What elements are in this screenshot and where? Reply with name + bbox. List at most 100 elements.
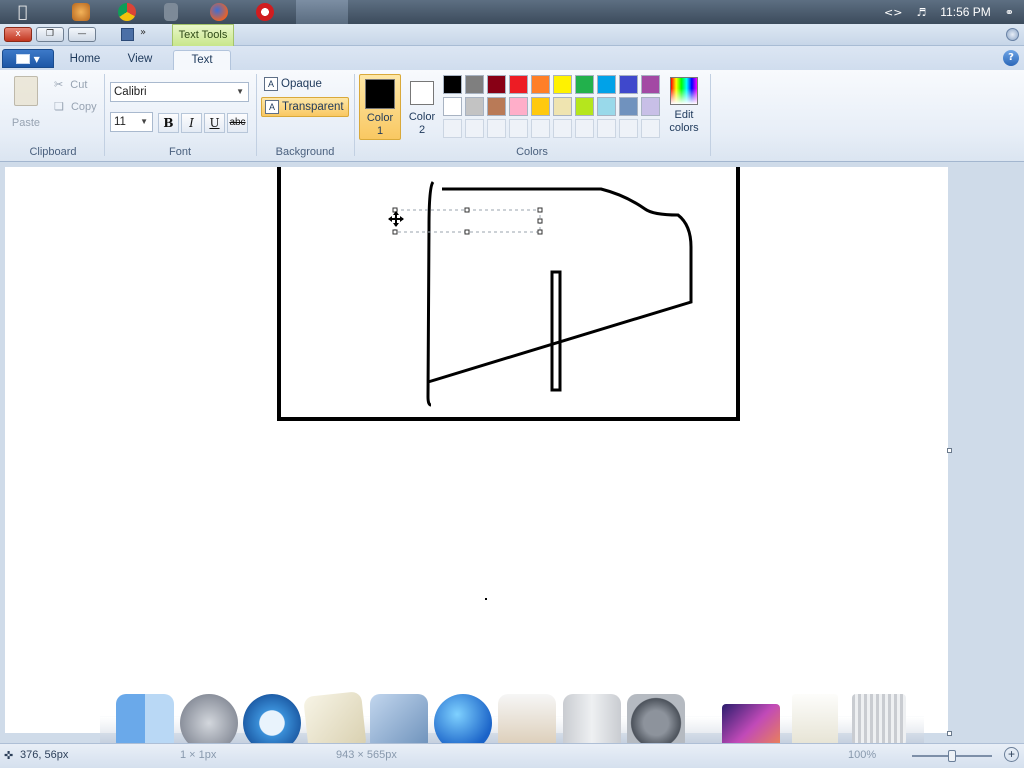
palette-color-swatch[interactable] (531, 97, 550, 116)
palette-custom-swatch[interactable] (597, 119, 616, 138)
minimize-button[interactable]: — (68, 27, 96, 42)
palette-color-swatch[interactable] (509, 75, 528, 94)
palette-color-swatch[interactable] (641, 75, 660, 94)
selection-handle (537, 218, 543, 224)
tab-view[interactable]: View (116, 50, 164, 70)
transparent-label: Transparent (282, 101, 344, 113)
tab-text[interactable]: Text (173, 50, 231, 71)
font-family-value: Calibri (114, 86, 147, 98)
media-player-icon[interactable] (72, 3, 90, 21)
save-icon[interactable] (121, 28, 134, 41)
palette-color-swatch[interactable] (487, 75, 506, 94)
close-button[interactable]: x (4, 27, 32, 42)
palette-color-swatch[interactable] (443, 97, 462, 116)
palette-custom-swatch[interactable] (619, 119, 638, 138)
restore-button[interactable]: ❐ (36, 27, 64, 42)
selection-size: 1 × 1px (180, 749, 217, 761)
font-size-select[interactable]: 11 ▼ (110, 112, 153, 132)
zoom-in-icon[interactable]: + (1004, 747, 1019, 762)
color2-button[interactable]: Color 2 (401, 74, 443, 140)
color-spectrum-icon (670, 77, 698, 105)
color1-button[interactable]: Color 1 (359, 74, 401, 140)
apple-icon[interactable]:  (18, 3, 36, 21)
tab-home[interactable]: Home (60, 50, 110, 70)
strikethrough-button[interactable]: abc (227, 113, 248, 133)
help-icon[interactable]: ? (1003, 50, 1019, 66)
edit-colors-label: Edit (674, 109, 694, 121)
palette-color-swatch[interactable] (443, 75, 462, 94)
canvas-resize-handle-corner[interactable] (947, 731, 952, 736)
underline-button[interactable]: U (204, 113, 225, 133)
cut-button[interactable]: ✂ Cut (54, 78, 87, 91)
palette-color-swatch[interactable] (597, 97, 616, 116)
font-group-label: Font (168, 146, 191, 158)
file-icon[interactable] (164, 3, 178, 21)
zoom-slider-thumb[interactable] (948, 750, 956, 762)
palette-color-swatch[interactable] (465, 75, 484, 94)
chevron-down-icon: ▼ (236, 87, 244, 96)
palette-color-swatch[interactable] (553, 75, 572, 94)
palette-custom-swatch[interactable] (575, 119, 594, 138)
palette-color-swatch[interactable] (619, 75, 638, 94)
palette-color-swatch[interactable] (465, 97, 484, 116)
selection-handle (392, 229, 398, 235)
colors-group-label: Colors (516, 146, 548, 158)
transparent-option[interactable]: A Transparent (261, 97, 349, 117)
group-divider (256, 74, 257, 156)
palette-color-swatch[interactable] (619, 97, 638, 116)
palette-color-swatch[interactable] (487, 97, 506, 116)
opera-icon[interactable] (256, 3, 274, 21)
italic-button[interactable]: I (181, 113, 202, 133)
palette-color-swatch[interactable] (641, 97, 660, 116)
color2-number: 2 (418, 124, 426, 136)
bold-button[interactable]: B (158, 113, 179, 133)
copy-button[interactable]: ❏ Copy (54, 100, 97, 113)
palette-color-swatch[interactable] (597, 75, 616, 94)
palette-color-swatch[interactable] (531, 75, 550, 94)
canvas-size: 943 × 565px (336, 749, 397, 761)
palette-custom-swatch[interactable] (487, 119, 506, 138)
scissors-icon: ✂ (54, 79, 64, 91)
firefox-icon[interactable] (210, 3, 228, 21)
chevron-down-icon: ▼ (33, 55, 40, 64)
color-palette (443, 75, 663, 141)
palette-color-swatch[interactable] (575, 97, 594, 116)
drawing-canvas[interactable] (5, 155, 948, 733)
window-corner-icon[interactable] (1006, 28, 1019, 41)
paint-menu-button[interactable]: ▼ (2, 49, 54, 68)
quick-access-more-icon[interactable]: » (140, 27, 146, 38)
chrome-icon[interactable] (296, 0, 348, 24)
chevron-down-icon: ▼ (140, 117, 148, 126)
search-icon[interactable]: ⚭ (1005, 6, 1014, 19)
edit-colors-button[interactable]: Edit colors (665, 75, 703, 140)
cut-label: Cut (70, 79, 88, 91)
font-family-select[interactable]: Calibri ▼ (110, 82, 249, 102)
palette-color-swatch[interactable] (509, 97, 528, 116)
selection-handle (464, 229, 470, 235)
volume-icon[interactable]: ♬ (916, 6, 926, 19)
palette-custom-swatch[interactable] (553, 119, 572, 138)
selection-handle (537, 229, 543, 235)
canvas-drawing[interactable] (5, 155, 948, 733)
window-titlebar: x ❐ — » (0, 24, 1024, 46)
palette-color-swatch[interactable] (575, 75, 594, 94)
canvas-resize-handle-right[interactable] (947, 448, 952, 453)
cursor-position-icon: ✜ (4, 750, 14, 762)
paste-button[interactable]: Paste (8, 76, 44, 129)
zoom-slider[interactable] (912, 750, 992, 762)
palette-color-swatch[interactable] (553, 97, 572, 116)
opaque-option[interactable]: A Opaque (261, 75, 349, 95)
selection-handle (464, 207, 470, 213)
text-tools-context-tab: Text Tools (172, 24, 234, 46)
copy-label: Copy (70, 101, 97, 113)
palette-custom-swatch[interactable] (465, 119, 484, 138)
drawn-vertical-line (426, 181, 435, 407)
chrome-icon[interactable] (118, 3, 136, 21)
code-icon[interactable]: <> (884, 6, 902, 19)
palette-custom-swatch[interactable] (531, 119, 550, 138)
palette-custom-swatch[interactable] (443, 119, 462, 138)
color2-swatch (410, 81, 434, 105)
clock[interactable]: 11:56 PM (940, 5, 990, 19)
palette-custom-swatch[interactable] (641, 119, 660, 138)
palette-custom-swatch[interactable] (509, 119, 528, 138)
